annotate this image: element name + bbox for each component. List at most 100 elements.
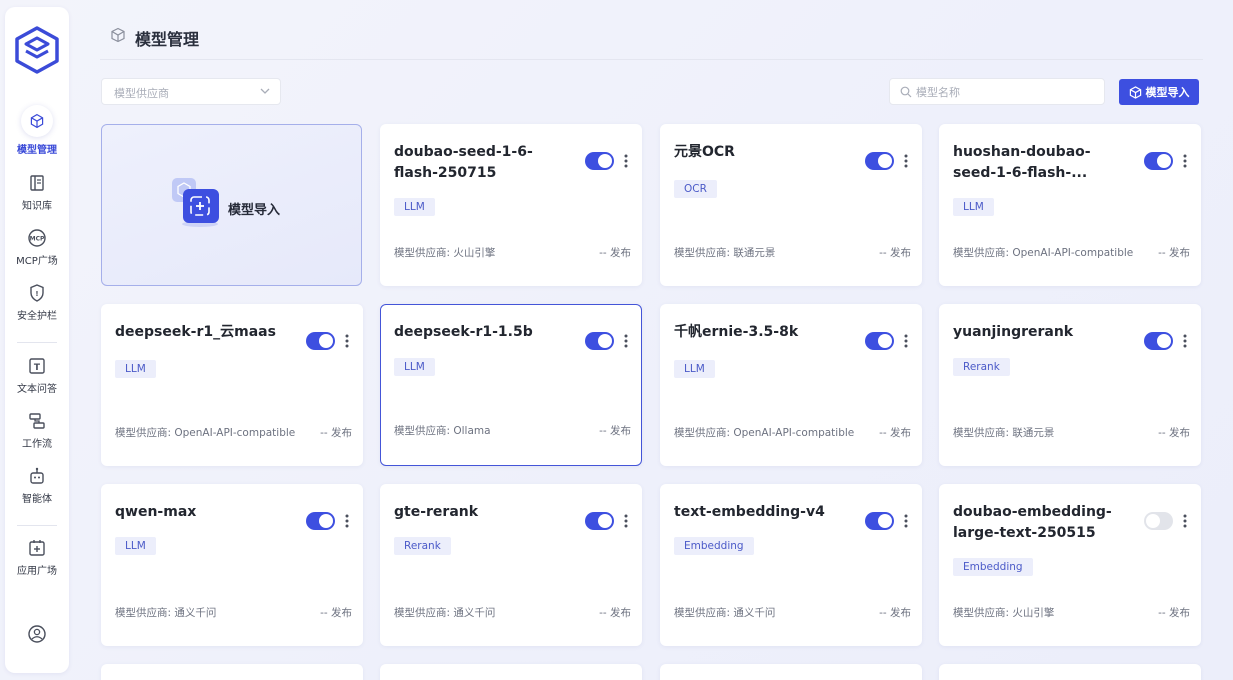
- model-card[interactable]: doubao-embedding-large-text-250515 Embed…: [939, 484, 1201, 646]
- model-type-tag: Embedding: [674, 537, 754, 555]
- model-provider: 模型供应商: 联通元景: [953, 427, 1055, 439]
- model-name: deepseek-r1_云maas: [115, 324, 276, 340]
- model-type-tag: LLM: [953, 198, 994, 216]
- model-enable-toggle[interactable]: [1144, 512, 1173, 530]
- chevron-down-icon: [260, 88, 270, 94]
- import-model-button[interactable]: 模型导入: [1119, 79, 1199, 105]
- import-model-card-label: 模型导入: [228, 203, 281, 218]
- model-name: doubao-embedding-large-text-250515: [953, 504, 1112, 541]
- cube-icon: [111, 27, 125, 43]
- model-card[interactable]: [939, 664, 1201, 680]
- header-divider: [100, 59, 1203, 60]
- model-enable-toggle[interactable]: [1144, 152, 1173, 170]
- more-options-icon[interactable]: [345, 334, 349, 348]
- more-options-icon[interactable]: [345, 514, 349, 528]
- model-type-tag: LLM: [394, 358, 435, 376]
- model-enable-toggle[interactable]: [865, 152, 894, 170]
- more-options-icon[interactable]: [1183, 514, 1187, 528]
- sidebar-item-model-management[interactable]: 模型管理: [5, 105, 69, 156]
- model-provider: 模型供应商: Ollama: [394, 425, 491, 437]
- model-card[interactable]: huoshan-doubao-seed-1-6-flash-... LLM 模型…: [939, 124, 1201, 286]
- model-enable-toggle[interactable]: [585, 152, 614, 170]
- model-card[interactable]: [660, 664, 922, 680]
- import-model-card[interactable]: 模型导入: [101, 124, 362, 286]
- model-name: doubao-seed-1-6-flash-250715: [394, 144, 533, 181]
- model-card[interactable]: [101, 664, 363, 680]
- more-options-icon[interactable]: [904, 334, 908, 348]
- model-enable-toggle[interactable]: [585, 332, 614, 350]
- model-enable-toggle[interactable]: [1144, 332, 1173, 350]
- model-status: -- 发布: [879, 427, 911, 439]
- sidebar-item-label: 工作流: [22, 439, 52, 450]
- sidebar-item-label: 知识库: [22, 201, 52, 212]
- more-options-icon[interactable]: [1183, 154, 1187, 168]
- app-plus-icon: [29, 540, 45, 556]
- model-name: 千帆ernie-3.5-8k: [674, 324, 799, 340]
- sidebar: 模型管理 知识库 MCP MCP广场 ! 安全护栏 T 文本问答 工作流 智能体…: [5, 7, 69, 673]
- sidebar-item-mcp[interactable]: MCP MCP广场: [5, 228, 69, 267]
- sidebar-item-knowledge-base[interactable]: 知识库: [5, 173, 69, 212]
- model-provider: 模型供应商: 通义千问: [674, 607, 776, 619]
- model-name: yuanjingrerank: [953, 324, 1074, 340]
- sidebar-item-workflow[interactable]: 工作流: [5, 411, 69, 450]
- more-options-icon[interactable]: [1183, 334, 1187, 348]
- user-circle-icon: [28, 625, 46, 643]
- model-status: -- 发布: [879, 607, 911, 619]
- book-icon: [30, 175, 44, 191]
- more-options-icon[interactable]: [624, 334, 628, 348]
- model-type-tag: Rerank: [953, 358, 1010, 376]
- sidebar-item-label: 智能体: [22, 494, 52, 505]
- model-card[interactable]: gte-rerank Rerank 模型供应商: 通义千问 -- 发布: [380, 484, 642, 646]
- more-options-icon[interactable]: [904, 514, 908, 528]
- model-card[interactable]: yuanjingrerank Rerank 模型供应商: 联通元景 -- 发布: [939, 304, 1201, 466]
- model-enable-toggle[interactable]: [306, 512, 335, 530]
- model-card[interactable]: [380, 664, 642, 680]
- sidebar-item-label: 模型管理: [17, 145, 57, 156]
- model-enable-toggle[interactable]: [585, 512, 614, 530]
- model-status: -- 发布: [599, 247, 631, 259]
- sidebar-item-text-qa[interactable]: T 文本问答: [5, 356, 69, 395]
- model-status: -- 发布: [1158, 247, 1190, 259]
- model-type-tag: LLM: [115, 537, 156, 555]
- svg-text:T: T: [34, 363, 41, 373]
- model-enable-toggle[interactable]: [306, 332, 335, 350]
- model-enable-toggle[interactable]: [865, 512, 894, 530]
- model-name: deepseek-r1-1.5b: [394, 324, 533, 340]
- model-provider: 模型供应商: OpenAI-API-compatible: [674, 427, 855, 439]
- sidebar-divider: [17, 525, 57, 526]
- model-type-tag: LLM: [394, 198, 435, 216]
- model-card[interactable]: 元景OCR OCR 模型供应商: 联通元景 -- 发布: [660, 124, 922, 286]
- sidebar-item-label: MCP广场: [16, 256, 58, 267]
- provider-select-placeholder: 模型供应商: [114, 87, 169, 100]
- logo-icon[interactable]: [14, 26, 60, 74]
- svg-text:MCP: MCP: [30, 236, 45, 243]
- search-input[interactable]: [916, 83, 1096, 101]
- model-type-tag: LLM: [674, 360, 715, 378]
- model-card[interactable]: doubao-seed-1-6-flash-250715 LLM 模型供应商: …: [380, 124, 642, 286]
- more-options-icon[interactable]: [624, 154, 628, 168]
- cube-icon: [30, 113, 44, 129]
- provider-select[interactable]: 模型供应商: [101, 78, 281, 105]
- model-enable-toggle[interactable]: [865, 332, 894, 350]
- model-card[interactable]: qwen-max LLM 模型供应商: 通义千问 -- 发布: [101, 484, 363, 646]
- model-card[interactable]: deepseek-r1_云maas LLM 模型供应商: OpenAI-API-…: [101, 304, 363, 466]
- more-options-icon[interactable]: [904, 154, 908, 168]
- model-status: -- 发布: [1158, 427, 1190, 439]
- more-options-icon[interactable]: [624, 514, 628, 528]
- model-provider: 模型供应商: 火山引擎: [394, 247, 496, 259]
- model-card[interactable]: 千帆ernie-3.5-8k LLM 模型供应商: OpenAI-API-com…: [660, 304, 922, 466]
- sidebar-item-agent[interactable]: 智能体: [5, 466, 69, 505]
- profile-button[interactable]: [5, 624, 69, 644]
- model-card[interactable]: deepseek-r1-1.5b LLM 模型供应商: Ollama -- 发布: [380, 304, 642, 466]
- model-status: -- 发布: [1158, 607, 1190, 619]
- sidebar-item-app-square[interactable]: 应用广场: [5, 538, 69, 577]
- search-box: [889, 78, 1105, 105]
- import-model-icon: [172, 178, 219, 227]
- model-provider: 模型供应商: OpenAI-API-compatible: [953, 247, 1134, 259]
- search-icon: [900, 86, 912, 98]
- model-status: -- 发布: [879, 247, 911, 259]
- model-card[interactable]: text-embedding-v4 Embedding 模型供应商: 通义千问 …: [660, 484, 922, 646]
- model-provider: 模型供应商: 联通元景: [674, 247, 776, 259]
- sidebar-item-guardrail[interactable]: ! 安全护栏: [5, 283, 69, 322]
- model-status: -- 发布: [320, 607, 352, 619]
